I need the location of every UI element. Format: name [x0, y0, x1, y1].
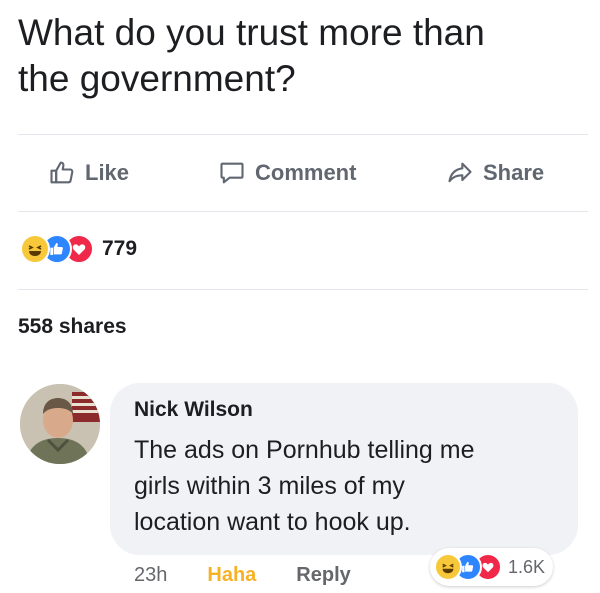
comment-text-line-1: The ads on Pornhub telling me	[134, 436, 475, 464]
comment-text-line-2: girls within 3 miles of my	[134, 472, 405, 500]
speech-bubble-icon	[220, 162, 244, 184]
comment-author[interactable]: Nick Wilson	[134, 398, 253, 422]
comment-text-line-3: location want to hook up.	[134, 508, 411, 536]
share-label: Share	[483, 160, 545, 185]
post-actions-bar: Like Comment Share	[0, 150, 600, 196]
avatar[interactable]	[20, 384, 100, 464]
post-text-line-2: the government?	[18, 58, 296, 99]
comment-label: Comment	[255, 160, 357, 185]
divider-actions	[18, 211, 588, 212]
shares-count[interactable]: 558 shares	[18, 315, 127, 339]
share-arrow-icon	[448, 162, 472, 183]
reaction-count: 779	[102, 237, 138, 260]
comment-text: The ads on Pornhub telling me girls with…	[134, 432, 564, 540]
divider-top	[18, 134, 588, 135]
haha-icon	[20, 234, 50, 264]
comment-button[interactable]: Comment	[218, 150, 356, 196]
haha-reaction-button[interactable]: Haha	[207, 564, 256, 587]
comment-reaction-count: 1.6K	[508, 556, 546, 577]
comment-reactions[interactable]: 1.6K	[430, 548, 554, 586]
reactions-summary[interactable]: 779	[20, 232, 137, 266]
share-button[interactable]: Share	[446, 150, 544, 196]
thumbs-up-icon	[50, 161, 74, 184]
reply-button[interactable]: Reply	[296, 564, 350, 587]
like-button[interactable]: Like	[48, 150, 129, 196]
like-label: Like	[85, 160, 130, 185]
comment-meta: 23h Haha Reply	[134, 560, 351, 590]
post-text: What do you trust more than the governme…	[18, 10, 588, 102]
divider-reactions	[18, 289, 588, 290]
post-text-line-1: What do you trust more than	[18, 12, 485, 53]
haha-icon	[434, 553, 462, 581]
comment-timestamp[interactable]: 23h	[134, 564, 167, 587]
